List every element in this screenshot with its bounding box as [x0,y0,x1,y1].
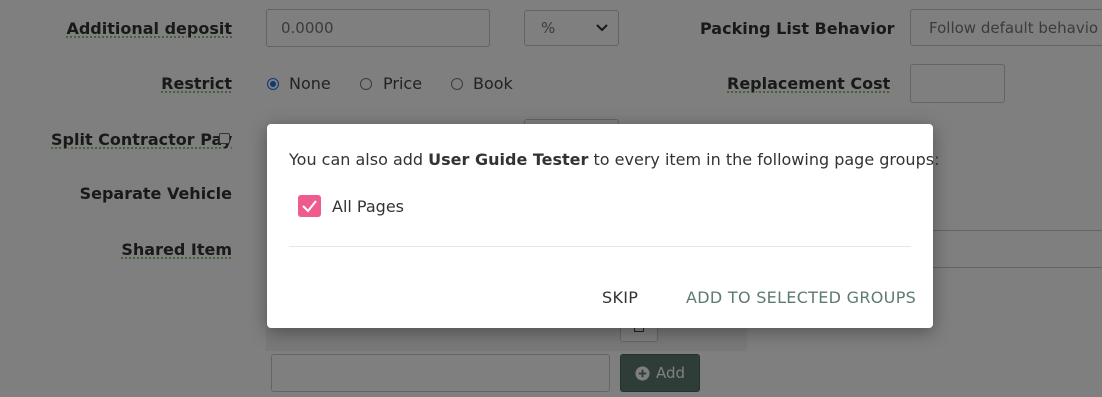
add-to-page-groups-dialog: You can also add User Guide Tester to ev… [267,124,939,328]
dialog-message-bold: User Guide Tester [428,150,589,169]
all-pages-label: All Pages [332,197,404,216]
skip-button[interactable]: SKIP [602,288,638,307]
dialog-message: You can also add User Guide Tester to ev… [289,150,939,169]
dialog-message-suffix: to every item in the following page grou… [588,150,940,169]
dialog-message-prefix: You can also add [289,150,429,169]
all-pages-checkbox[interactable] [298,195,321,217]
add-to-selected-groups-button[interactable]: ADD TO SELECTED GROUPS [686,288,916,307]
checkmark-icon [302,200,317,213]
dialog-divider [289,246,911,247]
